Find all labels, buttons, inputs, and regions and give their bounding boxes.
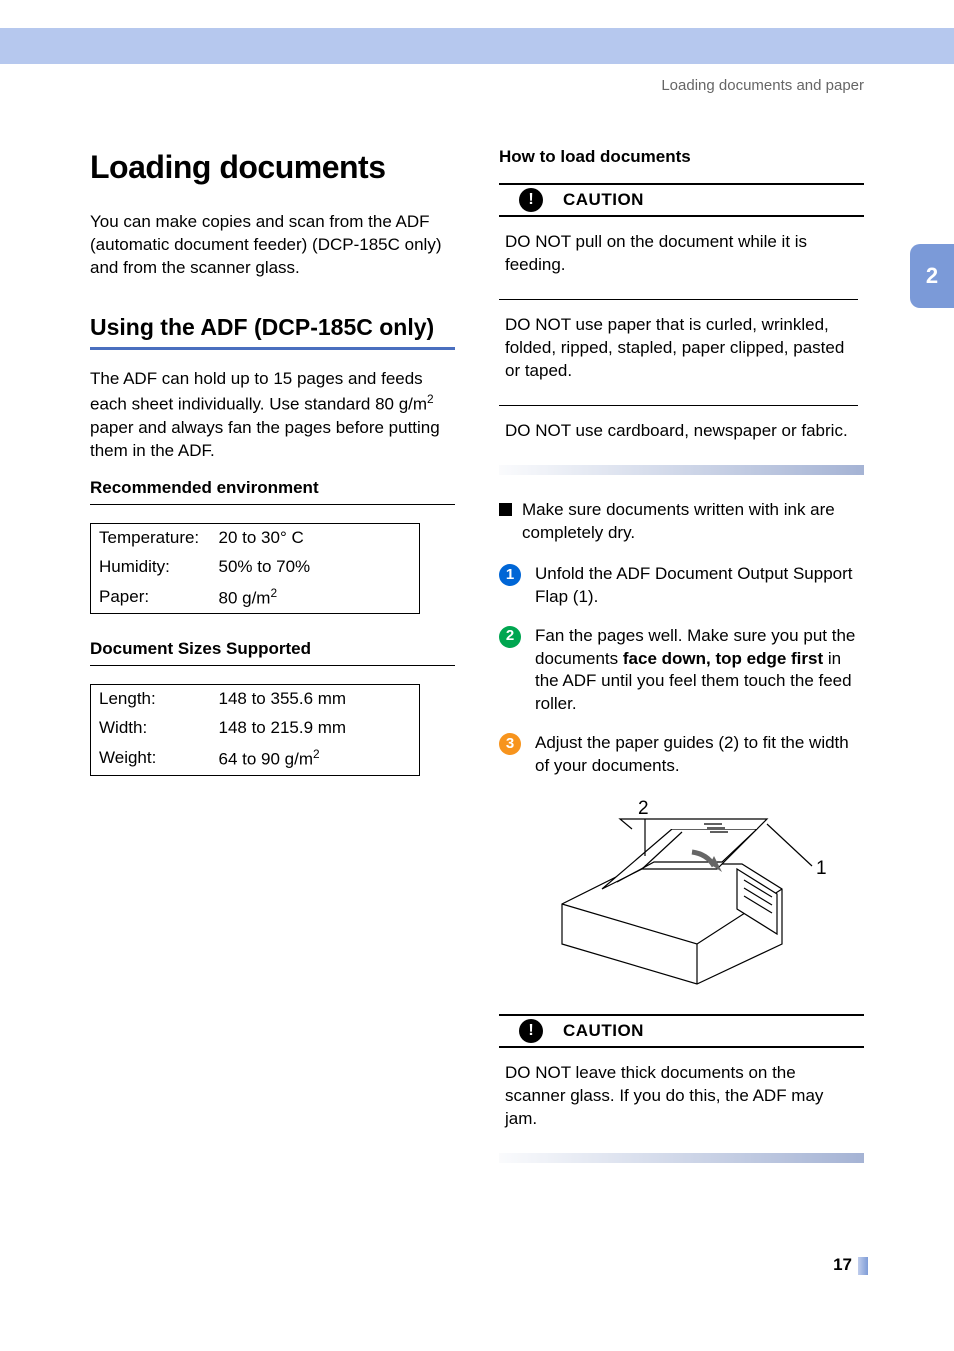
table-row: Paper: 80 g/m2 <box>91 582 420 614</box>
corner-accent <box>858 1257 868 1275</box>
env-paper-sup: 2 <box>270 586 277 600</box>
size-length-label: Length: <box>91 685 211 714</box>
caution-icon: ! <box>519 188 543 212</box>
adf-para-post: paper and always fan the pages before pu… <box>90 418 440 460</box>
square-bullet-icon <box>499 503 512 516</box>
size-weight-value: 64 to 90 g/m2 <box>211 743 420 775</box>
env-paper-label: Paper: <box>91 582 211 614</box>
step-text: Adjust the paper guides (2) to fit the w… <box>535 732 864 778</box>
divider <box>499 299 858 300</box>
step-number-icon: 1 <box>499 564 521 586</box>
caution-header-1: ! CAUTION <box>499 183 864 217</box>
gradient-bar <box>499 465 864 475</box>
env-table: Temperature: 20 to 30° C Humidity: 50% t… <box>90 523 420 614</box>
adf-para-sup: 2 <box>427 392 434 406</box>
adf-para-pre: The ADF can hold up to 15 pages and feed… <box>90 369 427 414</box>
env-paper-value: 80 g/m2 <box>211 582 420 614</box>
caution-item: DO NOT use cardboard, newspaper or fabri… <box>505 420 858 443</box>
sizes-table: Length: 148 to 355.6 mm Width: 148 to 21… <box>90 684 420 775</box>
env-humidity-value: 50% to 70% <box>211 553 420 582</box>
caution-item: DO NOT leave thick documents on the scan… <box>505 1062 858 1131</box>
running-header: Loading documents and paper <box>90 76 864 96</box>
caution-body-2: DO NOT leave thick documents on the scan… <box>499 1062 864 1131</box>
left-column: Loading documents You can make copies an… <box>90 146 455 1187</box>
table-row: Weight: 64 to 90 g/m2 <box>91 743 420 775</box>
table-row: Width: 148 to 215.9 mm <box>91 714 420 743</box>
step-1: 1 Unfold the ADF Document Output Support… <box>499 563 864 609</box>
size-width-label: Width: <box>91 714 211 743</box>
gradient-bar <box>499 1153 864 1163</box>
size-weight-sup: 2 <box>313 747 320 761</box>
caution-label: CAUTION <box>563 189 644 212</box>
page-title: Loading documents <box>90 146 455 189</box>
page-body: Loading documents and paper Loading docu… <box>90 76 864 1187</box>
caution-header-2: ! CAUTION <box>499 1014 864 1048</box>
callout-2: 2 <box>638 798 649 819</box>
header-band <box>0 28 954 64</box>
caution-item: DO NOT pull on the document while it is … <box>505 231 858 277</box>
size-width-value: 148 to 215.9 mm <box>211 714 420 743</box>
caution-item: DO NOT use paper that is curled, wrinkle… <box>505 314 858 383</box>
step-3: 3 Adjust the paper guides (2) to fit the… <box>499 732 864 778</box>
sizes-heading: Document Sizes Supported <box>90 638 455 666</box>
right-column: How to load documents ! CAUTION DO NOT p… <box>499 146 864 1187</box>
step2-bold: face down, top edge first <box>623 649 823 668</box>
step-2: 2 Fan the pages well. Make sure you put … <box>499 625 864 717</box>
step-text: Fan the pages well. Make sure you put th… <box>535 625 864 717</box>
size-weight-pre: 64 to 90 g/m <box>219 750 314 769</box>
callout-1: 1 <box>816 858 827 879</box>
caution-label: CAUTION <box>563 1020 644 1043</box>
caution-body-1: DO NOT pull on the document while it is … <box>499 231 864 443</box>
table-row: Length: 148 to 355.6 mm <box>91 685 420 714</box>
columns: Loading documents You can make copies an… <box>90 146 864 1187</box>
size-length-value: 148 to 355.6 mm <box>211 685 420 714</box>
adf-illustration: 2 1 <box>532 794 832 994</box>
divider <box>499 405 858 406</box>
caution-icon: ! <box>519 1019 543 1043</box>
bullet-item: Make sure documents written with ink are… <box>499 499 864 545</box>
adf-paragraph: The ADF can hold up to 15 pages and feed… <box>90 368 455 462</box>
intro-paragraph: You can make copies and scan from the AD… <box>90 211 455 280</box>
step-number-icon: 2 <box>499 626 521 648</box>
env-temp-label: Temperature: <box>91 523 211 552</box>
env-paper-pre: 80 g/m <box>219 588 271 607</box>
env-temp-value: 20 to 30° C <box>211 523 420 552</box>
page-number: 17 <box>833 1254 852 1277</box>
section-heading-adf: Using the ADF (DCP-185C only) <box>90 312 455 350</box>
step-text: Unfold the ADF Document Output Support F… <box>535 563 864 609</box>
bullet-text: Make sure documents written with ink are… <box>522 499 864 545</box>
step-number-icon: 3 <box>499 733 521 755</box>
env-heading: Recommended environment <box>90 477 455 505</box>
table-row: Humidity: 50% to 70% <box>91 553 420 582</box>
table-row: Temperature: 20 to 30° C <box>91 523 420 552</box>
chapter-number: 2 <box>926 261 938 291</box>
env-humidity-label: Humidity: <box>91 553 211 582</box>
chapter-tab: 2 <box>910 244 954 308</box>
size-weight-label: Weight: <box>91 743 211 775</box>
how-to-heading: How to load documents <box>499 146 864 169</box>
